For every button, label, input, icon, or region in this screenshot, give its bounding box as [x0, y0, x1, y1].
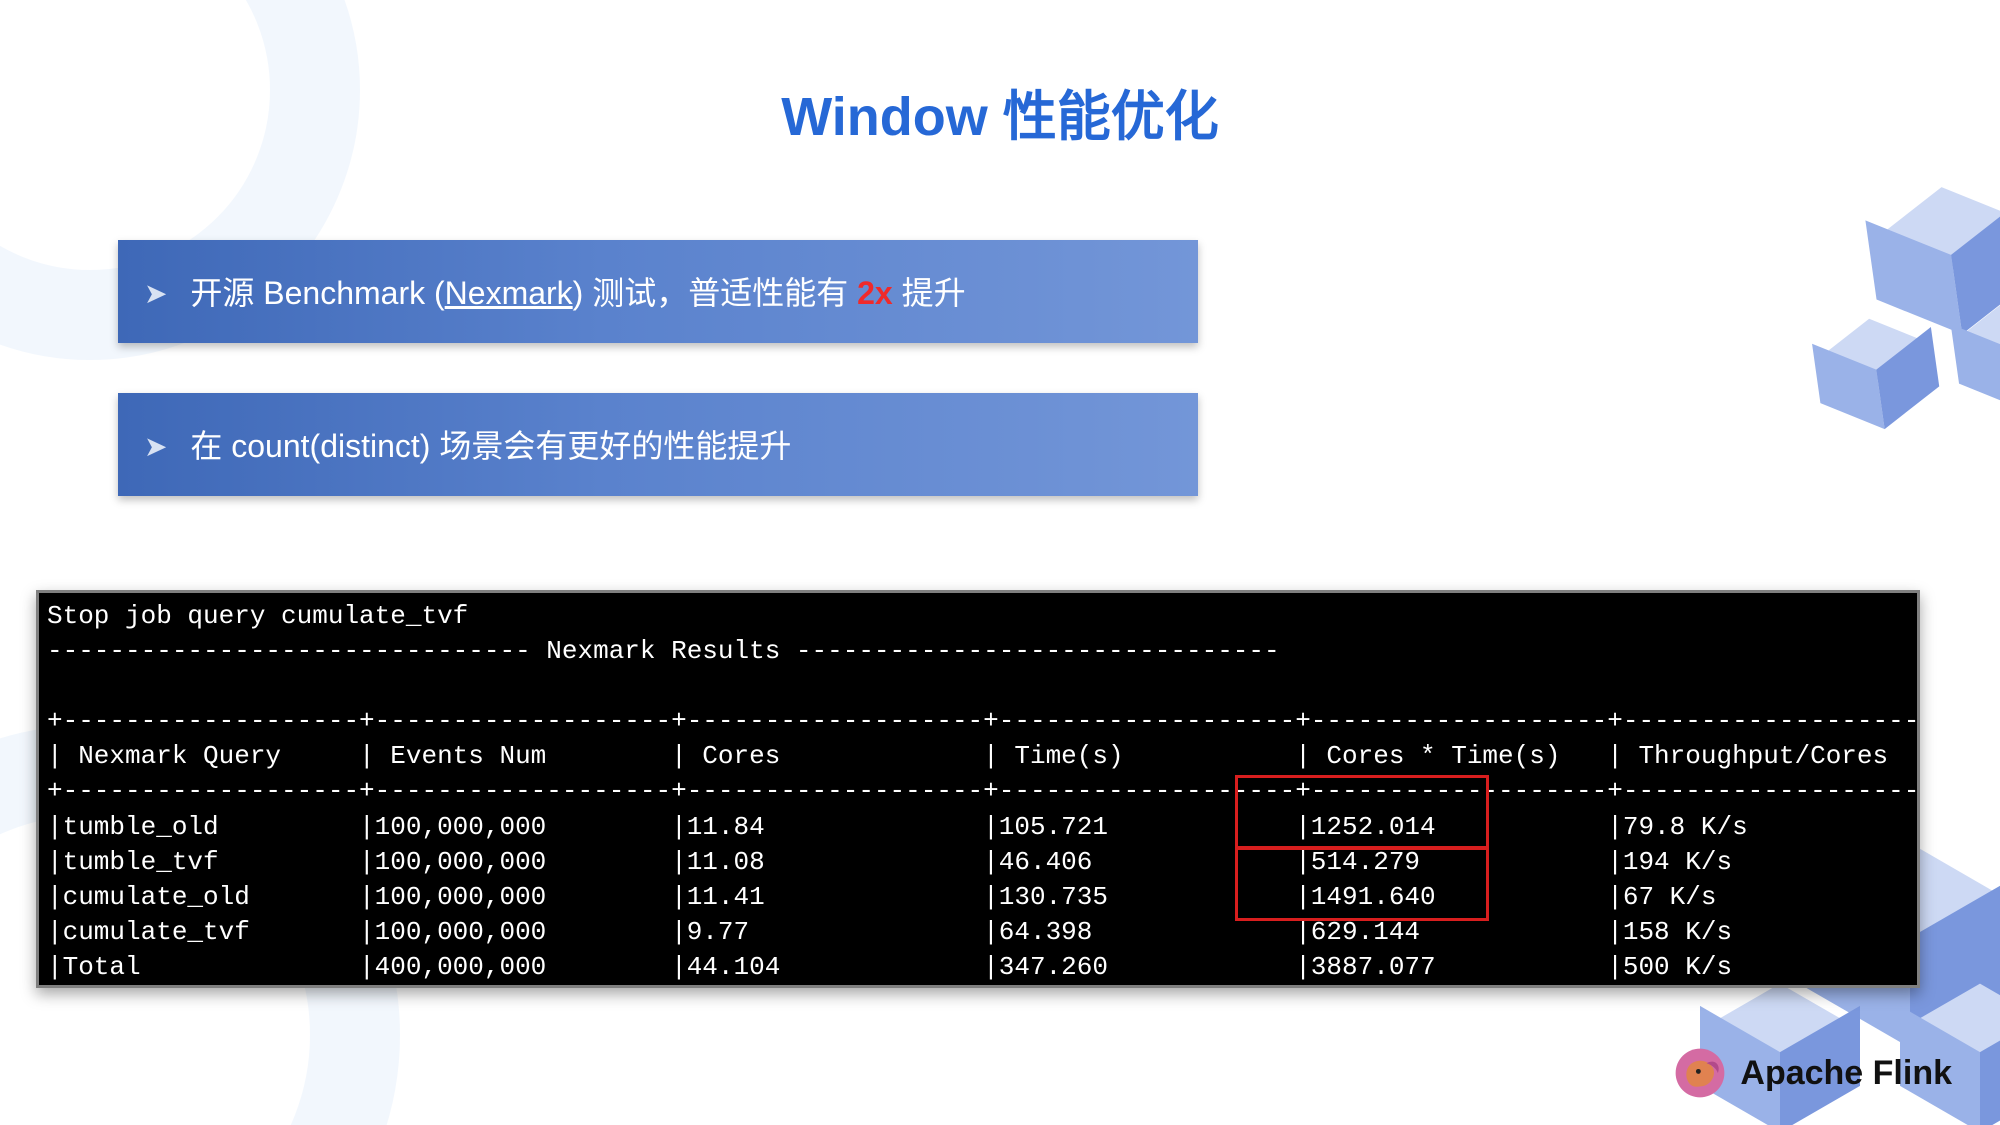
- decor-cubes-top-right: [1793, 173, 2000, 467]
- terminal-results-header: ------------------------------- Nexmark …: [47, 636, 1280, 666]
- footer-logo: Apache Flink: [1674, 1047, 1952, 1099]
- bullet1-mid: ) 测试，普适性能有: [573, 275, 857, 311]
- terminal-row-1: |tumble_tvf |100,000,000 |11.08 |46.406 …: [47, 847, 1920, 877]
- terminal-output: Stop job query cumulate_tvf ------------…: [36, 590, 1920, 988]
- terminal-row-0: |tumble_old |100,000,000 |11.84 |105.721…: [47, 812, 1920, 842]
- footer-brand-text: Apache Flink: [1740, 1054, 1952, 1093]
- terminal-sep: +-------------------+-------------------…: [47, 706, 1920, 736]
- bullet2-text: 在 count(distinct) 场景会有更好的性能提升: [190, 428, 791, 464]
- bullet-arrow-icon: ➤: [144, 278, 167, 309]
- bullet1-emph: 2x: [857, 275, 893, 311]
- bullet-benchmark: ➤ 开源 Benchmark (Nexmark) 测试，普适性能有 2x 提升: [118, 240, 1198, 343]
- bullet-arrow-icon: ➤: [144, 431, 167, 462]
- bullet1-post: 提升: [893, 275, 966, 311]
- terminal-stop-line: Stop job query cumulate_tvf: [47, 601, 468, 631]
- terminal-row-4: |Total |400,000,000 |44.104 |347.260 |38…: [47, 952, 1920, 982]
- terminal-row-2: |cumulate_old |100,000,000 |11.41 |130.7…: [47, 882, 1920, 912]
- slide-title: Window 性能优化: [0, 72, 2000, 151]
- terminal-header-row: | Nexmark Query | Events Num | Cores | T…: [47, 741, 1920, 771]
- bullet1-link: Nexmark: [445, 275, 573, 311]
- flink-squirrel-icon: [1674, 1047, 1726, 1099]
- terminal-row-3: |cumulate_tvf |100,000,000 |9.77 |64.398…: [47, 917, 1920, 947]
- terminal-sep: +-------------------+-------------------…: [47, 776, 1920, 806]
- bullet-count-distinct: ➤ 在 count(distinct) 场景会有更好的性能提升: [118, 393, 1198, 496]
- bullet1-pre: 开源 Benchmark (: [190, 275, 444, 311]
- terminal-sep: +-------------------+-------------------…: [47, 987, 1920, 988]
